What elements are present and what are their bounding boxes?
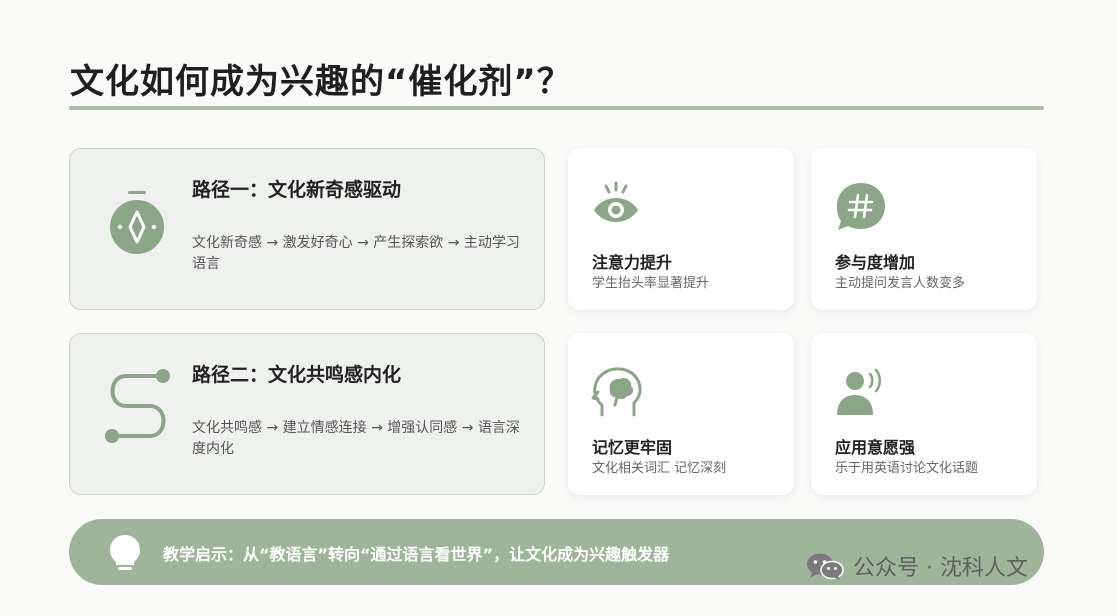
hashtag-bubble-icon (837, 183, 885, 230)
brain-head-icon (591, 367, 642, 417)
path-description: 文化共鸣感 → 建立情感连接 → 增强认同感 → 语言深度内化 (192, 420, 520, 457)
banner-text: 教学启示：从“教语言”转向“通过语言看世界”，让文化成为兴趣触发器 (163, 545, 670, 564)
page-title: 文化如何成为兴趣的“催化剂”？ (70, 62, 572, 102)
lightbulb-icon (110, 535, 140, 570)
stat-subtitle: 学生抬头率显著提升 (592, 276, 710, 291)
stat-card-participation: 参与度增加 主动提问发言人数变多 (811, 148, 1037, 310)
eye-icon (594, 181, 638, 222)
watermark: 公众号 · 沈科人文 (805, 551, 1028, 581)
stat-subtitle: 主动提问发言人数变多 (835, 276, 966, 291)
title-divider (69, 106, 1044, 110)
winding-path-icon (105, 369, 170, 443)
watermark-text: 公众号 · 沈科人文 (853, 556, 1028, 581)
wechat-icon (807, 553, 844, 580)
stat-card-application: 应用意愿强 乐于用英语讨论文化话题 (811, 333, 1037, 495)
stat-card-memory: 记忆更牢固 文化相关词汇 记忆深刻 (568, 333, 794, 495)
speaking-person-icon (837, 368, 882, 415)
stat-title: 注意力提升 (592, 253, 673, 272)
stat-subtitle: 文化相关词汇 记忆深刻 (592, 461, 727, 476)
stat-subtitle: 乐于用英语讨论文化话题 (835, 461, 979, 476)
stat-title: 参与度增加 (835, 253, 916, 272)
path-description: 文化新奇感 → 激发好奇心 → 产生探索欲 → 主动学习语言 (192, 235, 520, 272)
stat-title: 应用意愿强 (835, 438, 916, 457)
stat-card-attention: 注意力提升 学生抬头率显著提升 (568, 148, 794, 310)
compass-icon (110, 191, 164, 254)
stat-title: 记忆更牢固 (592, 438, 673, 457)
path-card-novelty: 路径一：文化新奇感驱动 文化新奇感 → 激发好奇心 → 产生探索欲 → 主动学习… (69, 148, 545, 310)
path-card-resonance: 路径二：文化共鸣感内化 文化共鸣感 → 建立情感连接 → 增强认同感 → 语言深… (69, 333, 545, 495)
path-title: 路径二：文化共鸣感内化 (192, 364, 402, 386)
path-title: 路径一：文化新奇感驱动 (192, 179, 402, 201)
